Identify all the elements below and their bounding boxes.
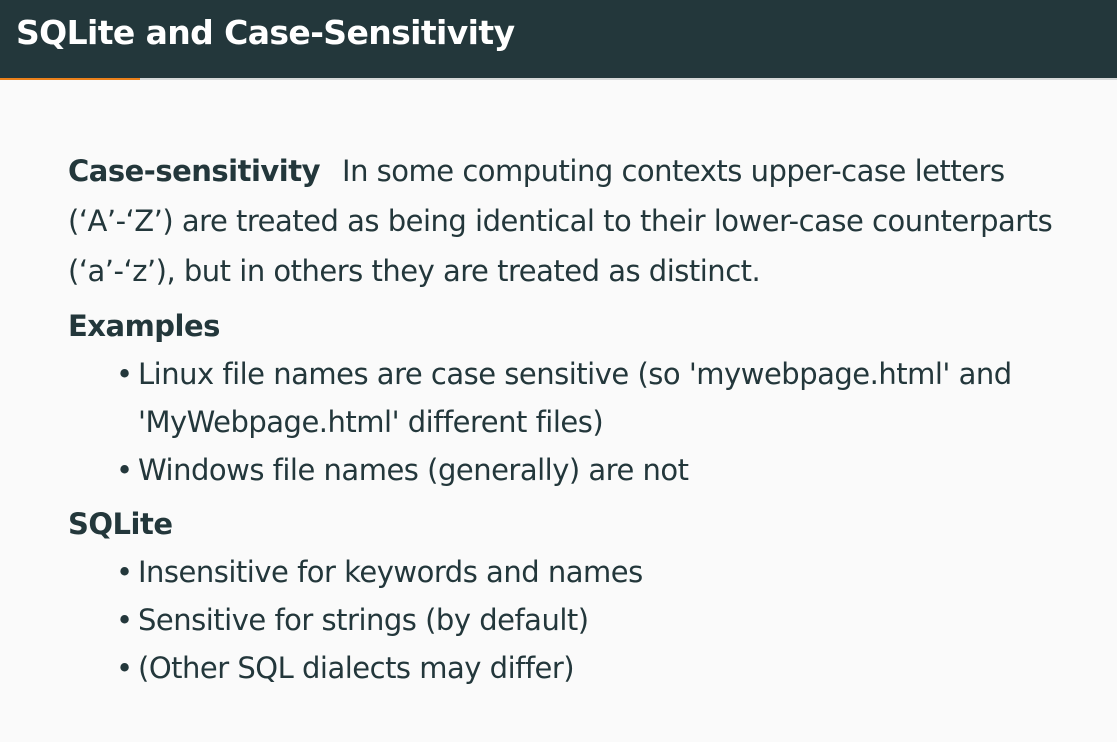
list-item-text: Windows file names (generally) are not [138, 453, 689, 487]
list-item: • (Other SQL dialects may differ) [116, 644, 1068, 692]
bullet-icon: • [116, 651, 133, 685]
bullet-icon: • [116, 453, 133, 487]
definition-term: Case-sensitivity [68, 154, 321, 188]
bullet-icon: • [116, 555, 133, 589]
list-item-text: (Other SQL dialects may differ) [138, 651, 575, 685]
list-item: • Sensitive for strings (by default) [116, 596, 1068, 644]
list-item-text: Linux file names are case sensitive (so … [138, 357, 1012, 439]
list-item-text: Insensitive for keywords and names [138, 555, 643, 589]
sqlite-list: • Insensitive for keywords and names • Sen… [68, 548, 1068, 692]
list-item: • Linux file names are case sensitive (so… [116, 350, 1068, 446]
bullet-icon: • [116, 603, 133, 637]
list-item: • Windows file names (generally) are not [116, 446, 1068, 494]
sqlite-heading: SQLite [68, 507, 173, 541]
progress-bar-fill [0, 78, 140, 80]
list-item-text: Sensitive for strings (by default) [138, 603, 589, 637]
list-item: • Insensitive for keywords and names [116, 548, 1068, 596]
progress-bar [0, 78, 1117, 80]
slide-header: SQLite and Case-Sensitivity [0, 0, 1117, 78]
examples-heading: Examples [68, 309, 220, 343]
slide-content: Case-sensitivity In some computing contex… [68, 146, 1068, 692]
slide-title: SQLite and Case-Sensitivity [16, 13, 515, 52]
examples-list: • Linux file names are case sensitive (so… [68, 350, 1068, 494]
definition-block: Case-sensitivity In some computing contex… [68, 146, 1068, 296]
bullet-icon: • [116, 357, 133, 391]
